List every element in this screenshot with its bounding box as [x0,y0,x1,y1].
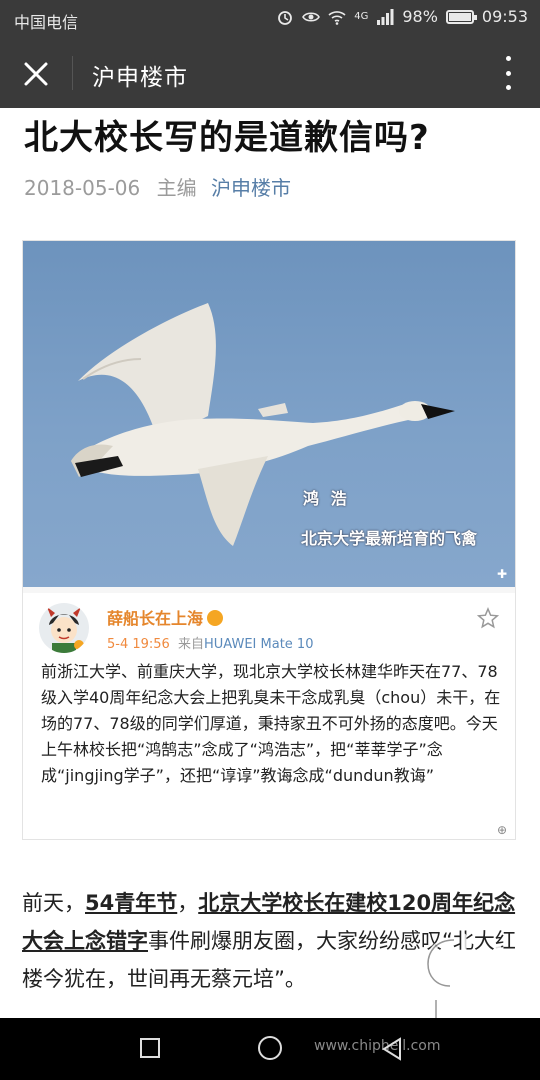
zoom-icon: ⊕ [497,823,508,837]
more-options-icon[interactable] [502,56,514,90]
vip-badge-icon [207,610,224,626]
account-link[interactable]: 沪申楼市 [211,176,291,200]
status-icons: 4G 98% 09:53 [276,7,528,26]
status-bar: 中国电信 4G 98% 09:53 [0,0,540,38]
signal-icon [377,8,394,25]
avatar [39,603,89,653]
zoom-plus-icon: ✚ [497,567,508,581]
wifi-icon [328,10,346,25]
article-date: 2018-05-06 [24,176,141,200]
swan-photo: 鸿 浩 北京大学最新培育的飞禽 ✚ [23,241,515,587]
weibo-post: 薛船长在上海 5-4 19:56 来自HUAWEI Mate 10 前浙江大学、… [23,587,515,839]
article-title: 北大校长写的是道歉信吗? [24,118,430,158]
back-icon[interactable] [380,1036,404,1062]
weibo-time: 5-4 19:56 来自HUAWEI Mate 10 [107,637,314,652]
alarm-icon [278,10,293,25]
star-icon [477,607,499,629]
battery-fill [448,12,471,21]
weibo-username: 薛船长在上海 [107,605,224,629]
watermark-url: www.chiphell.com [314,1038,441,1054]
battery-percent: 98% [402,7,438,26]
home-icon[interactable] [258,1036,282,1060]
navigation-bar: www.chiphell.com [0,1018,540,1080]
photo-caption-name: 鸿 浩 [303,489,350,508]
title-divider [72,56,73,90]
close-icon[interactable] [18,56,54,92]
page-title: 沪申楼市 [92,65,188,91]
weibo-text: 前浙江大学、前重庆大学，现北京大学校长林建华昨天在77、78级入学40周年纪念大… [41,662,501,785]
battery-icon [445,9,477,24]
highlight-youth-day: 54青年节 [85,891,178,915]
carrier-label: 中国电信 [14,13,79,32]
article-meta: 2018-05-06 主编 沪申楼市 [24,172,291,201]
article-image[interactable]: 鸿 浩 北京大学最新培育的飞禽 ✚ 薛船长在上海 5-4 19:56 来自HUA… [22,240,516,840]
signal-type: 4G [354,11,369,22]
recent-apps-icon[interactable] [140,1038,160,1058]
clock: 09:53 [481,7,528,26]
photo-caption-subtitle: 北京大学最新培育的飞禽 [301,529,478,548]
title-bar: 沪申楼市 [0,38,540,108]
editor-label: 主编 [156,176,197,200]
eye-icon [302,11,321,22]
